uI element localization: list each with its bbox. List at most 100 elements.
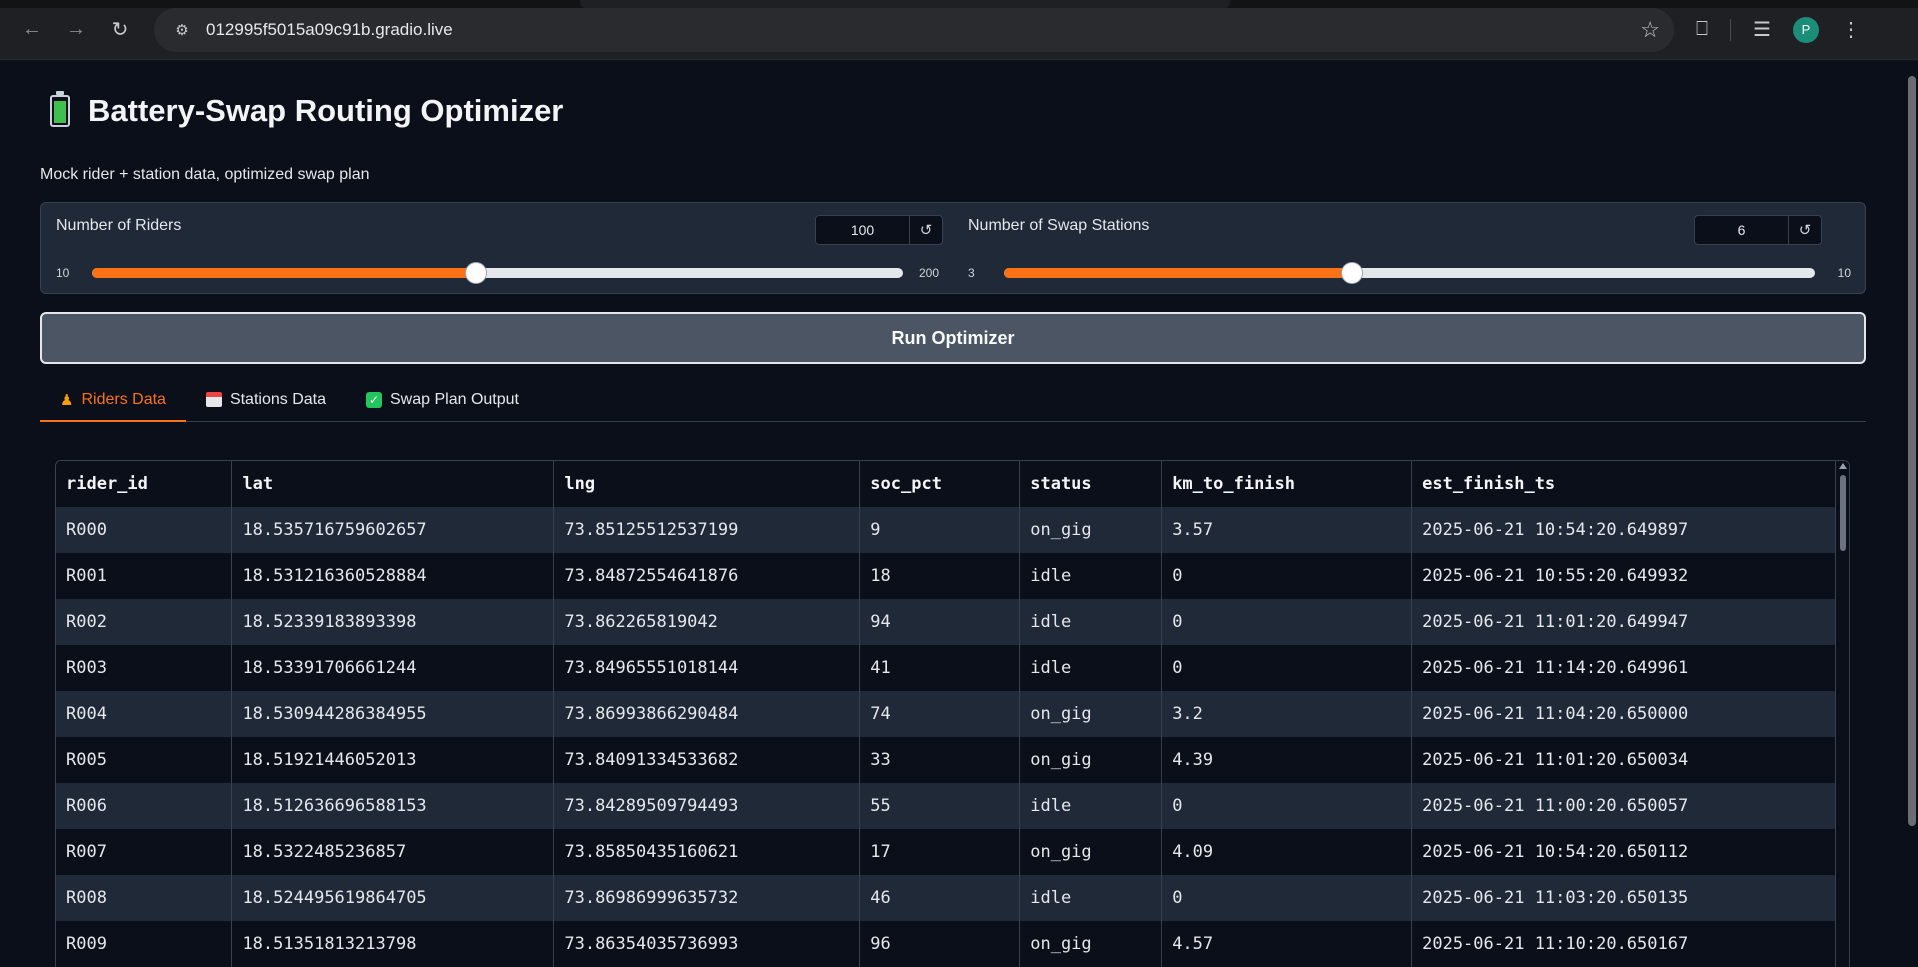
stations-slider-thumb[interactable] (1340, 262, 1363, 284)
table-cell[interactable]: 2025-06-21 10:54:20.649897 (1411, 507, 1836, 553)
table-cell[interactable]: 96 (859, 921, 1021, 967)
table-row[interactable]: R008 18.524495619864705 73.86986999635732 4… (56, 875, 1836, 921)
table-cell[interactable]: 4.39 (1161, 737, 1413, 783)
table-cell[interactable]: 18.51921446052013 (231, 737, 555, 783)
table-row[interactable]: R004 18.530944286384955 73.86993866290484 7… (56, 691, 1836, 737)
media-queue-icon[interactable]: ☰ (1753, 17, 1771, 42)
column-header[interactable]: status (1019, 461, 1163, 507)
table-cell[interactable]: 55 (859, 783, 1021, 829)
bookmark-star-icon[interactable]: ☆ (1640, 17, 1660, 43)
table-cell[interactable]: 2025-06-21 10:54:20.650112 (1411, 829, 1836, 875)
stations-slider-track[interactable] (1004, 262, 1815, 284)
table-cell[interactable]: 73.86993866290484 (553, 691, 861, 737)
table-cell[interactable]: idle (1019, 783, 1163, 829)
table-cell[interactable]: idle (1019, 599, 1163, 645)
table-cell[interactable]: 73.86986999635732 (553, 875, 861, 921)
table-cell[interactable]: 0 (1161, 783, 1413, 829)
table-cell[interactable]: 4.57 (1161, 921, 1413, 967)
run-optimizer-button[interactable]: Run Optimizer (40, 312, 1866, 364)
table-cell[interactable]: 18.51351813213798 (231, 921, 555, 967)
table-cell[interactable]: 18.524495619864705 (231, 875, 555, 921)
column-header[interactable]: rider_id (56, 461, 233, 507)
table-cell[interactable]: 3.57 (1161, 507, 1413, 553)
table-cell[interactable]: 17 (859, 829, 1021, 875)
stations-number-input[interactable]: 6 ↺ (1694, 215, 1822, 245)
table-row[interactable]: R007 18.5322485236857 73.85850435160621 17 o… (56, 829, 1836, 875)
address-bar[interactable]: ⚙ 012995f5015a09c91b.gradio.live ☆ (154, 7, 1674, 52)
table-cell[interactable]: 18.530944286384955 (231, 691, 555, 737)
table-cell[interactable]: R002 (56, 599, 233, 645)
column-header[interactable]: km_to_finish (1161, 461, 1413, 507)
table-row[interactable]: R000 18.535716759602657 73.85125512537199 9… (56, 507, 1836, 553)
table-cell[interactable]: 2025-06-21 11:01:20.649947 (1411, 599, 1836, 645)
column-header[interactable]: soc_pct (859, 461, 1021, 507)
table-scrollbar[interactable] (1837, 461, 1849, 967)
table-cell[interactable]: 41 (859, 645, 1021, 691)
tab-riders-data[interactable]: ♟ Riders Data (40, 378, 186, 422)
table-cell[interactable]: R001 (56, 553, 233, 599)
table-row[interactable]: R006 18.512636696588153 73.84289509794493 5… (56, 783, 1836, 829)
table-scroll-thumb[interactable] (1840, 475, 1846, 551)
table-cell[interactable]: 73.85850435160621 (553, 829, 861, 875)
table-cell[interactable]: R008 (56, 875, 233, 921)
scroll-up-arrow-icon[interactable] (1839, 463, 1847, 469)
table-cell[interactable]: 2025-06-21 11:03:20.650135 (1411, 875, 1836, 921)
riders-slider-track[interactable] (92, 262, 903, 284)
table-cell[interactable]: 3.2 (1161, 691, 1413, 737)
riders-number-input[interactable]: 100 ↺ (815, 215, 943, 245)
table-row[interactable]: R009 18.51351813213798 73.86354035736993 96… (56, 921, 1836, 967)
url-text[interactable]: 012995f5015a09c91b.gradio.live (206, 20, 1640, 40)
table-cell[interactable]: 0 (1161, 645, 1413, 691)
table-row[interactable]: R002 18.52339183893398 73.862265819042 94 id… (56, 599, 1836, 645)
stations-reset-icon[interactable]: ↺ (1789, 216, 1821, 244)
riders-value[interactable]: 100 (816, 216, 910, 244)
table-cell[interactable]: 9 (859, 507, 1021, 553)
table-cell[interactable]: 2025-06-21 11:01:20.650034 (1411, 737, 1836, 783)
table-cell[interactable]: on_gig (1019, 691, 1163, 737)
table-row[interactable]: R003 18.53391706661244 73.84965551018144 41… (56, 645, 1836, 691)
stations-value[interactable]: 6 (1695, 216, 1789, 244)
riders-table[interactable]: rider_id lat lng soc_pct status km_to_finish e… (55, 460, 1850, 967)
table-cell[interactable]: 18.5322485236857 (231, 829, 555, 875)
table-cell[interactable]: 2025-06-21 11:14:20.649961 (1411, 645, 1836, 691)
table-cell[interactable]: 2025-06-21 10:55:20.649932 (1411, 553, 1836, 599)
tab-stations-data[interactable]: Stations Data (186, 378, 346, 421)
reload-icon[interactable]: ↻ (102, 12, 138, 48)
riders-slider-thumb[interactable] (465, 262, 488, 284)
table-cell[interactable]: 2025-06-21 11:04:20.650000 (1411, 691, 1836, 737)
profile-avatar[interactable]: P (1792, 16, 1819, 43)
page-scrollbar[interactable] (1906, 60, 1918, 967)
table-cell[interactable]: idle (1019, 875, 1163, 921)
table-cell[interactable]: idle (1019, 553, 1163, 599)
site-info-icon[interactable]: ⚙ (168, 16, 196, 44)
column-header[interactable]: est_finish_ts (1411, 461, 1836, 507)
table-cell[interactable]: 46 (859, 875, 1021, 921)
table-cell[interactable]: R000 (56, 507, 233, 553)
table-cell[interactable]: 73.84289509794493 (553, 783, 861, 829)
table-cell[interactable]: 94 (859, 599, 1021, 645)
table-cell[interactable]: 0 (1161, 875, 1413, 921)
table-cell[interactable]: 4.09 (1161, 829, 1413, 875)
table-cell[interactable]: 73.85125512537199 (553, 507, 861, 553)
table-row[interactable]: R005 18.51921446052013 73.84091334533682 33… (56, 737, 1836, 783)
table-cell[interactable]: 73.862265819042 (553, 599, 861, 645)
table-cell[interactable]: 73.84872554641876 (553, 553, 861, 599)
table-cell[interactable]: 73.86354035736993 (553, 921, 861, 967)
table-cell[interactable]: R009 (56, 921, 233, 967)
table-cell[interactable]: R007 (56, 829, 233, 875)
table-cell[interactable]: 74 (859, 691, 1021, 737)
table-cell[interactable]: 0 (1161, 553, 1413, 599)
column-header[interactable]: lat (231, 461, 555, 507)
table-cell[interactable]: 2025-06-21 11:00:20.650057 (1411, 783, 1836, 829)
table-cell[interactable]: 73.84091334533682 (553, 737, 861, 783)
table-cell[interactable]: 18.512636696588153 (231, 783, 555, 829)
extensions-icon[interactable]: ⎕ (1696, 18, 1708, 41)
table-cell[interactable]: 2025-06-21 11:10:20.650167 (1411, 921, 1836, 967)
table-cell[interactable]: on_gig (1019, 737, 1163, 783)
table-cell[interactable]: 18.52339183893398 (231, 599, 555, 645)
column-header[interactable]: lng (553, 461, 861, 507)
table-cell[interactable]: idle (1019, 645, 1163, 691)
kebab-menu-icon[interactable]: ⋮ (1841, 17, 1861, 42)
table-cell[interactable]: 18.53391706661244 (231, 645, 555, 691)
tab-swap-plan-output[interactable]: ✓ Swap Plan Output (346, 378, 539, 421)
